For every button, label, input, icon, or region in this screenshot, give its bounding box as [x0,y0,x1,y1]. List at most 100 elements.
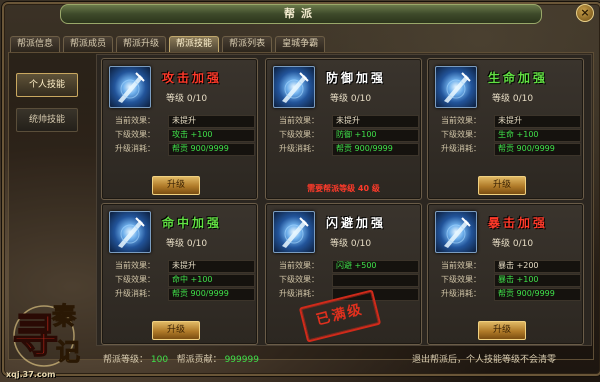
next-effect-row: 下级效果： 命中 +100 [110,274,255,287]
leave-guild-note: 退出帮派后，个人技能等级不会清零 [412,355,557,365]
guild-contrib-value: 999999 [224,355,259,365]
upgrade-cost-label: 升级消耗： [441,289,481,298]
next-effect-value: 暴击 +100 [494,274,581,287]
crit-skill-icon[interactable] [435,211,477,253]
window-title: 帮派 [60,4,542,24]
requirement-notice: 需要帮派等级 40 级 [307,184,380,193]
guild-level-label: 帮派等级： [103,355,149,365]
upgrade-cost-row: 升级消耗： 帮贡 900/9999 [110,143,255,156]
svg-text:秦: 秦 [51,301,77,330]
tab-guild-members[interactable]: 帮派成员 [63,36,114,52]
skill-name: 攻击加强 [162,71,223,85]
tab-guild-list[interactable]: 帮派列表 [222,36,273,52]
upgrade-button[interactable]: 升级 [152,321,200,340]
tab-guild-skills[interactable]: 帮派技能 [169,36,220,52]
upgrade-button[interactable]: 升级 [478,321,526,340]
skill-card-defense: 防御加强等级 0/10 当前效果： 未提升下级效果： 防御 +100 升级消耗： 帮贡 9… [265,58,422,200]
upgrade-button[interactable]: 升级 [478,176,526,195]
current-effect-label: 当前效果： [115,261,155,270]
upgrade-cost-value: 帮贡 900/9999 [494,143,581,156]
upgrade-cost-label: 升级消耗： [441,144,481,153]
skill-card-attack: 攻击加强等级 0/10 当前效果： 未提升下级效果： 攻击 +100 升级消耗： 帮贡 9… [101,58,258,200]
close-button[interactable]: × [576,4,594,22]
sidebar-item-commander-skills[interactable]: 统帅技能 [16,108,78,132]
upgrade-cost-label: 升级消耗： [279,144,319,153]
tab-guild-info[interactable]: 帮派信息 [10,36,61,52]
attack-skill-icon[interactable] [109,66,151,108]
guild-contrib-label: 帮派贡献： [176,355,222,365]
tab-bar: 帮派信息 帮派成员 帮派升级 帮派技能 帮派列表 皇城争霸 [10,36,326,52]
hp-skill-icon[interactable] [435,66,477,108]
upgrade-cost-label: 升级消耗： [115,144,155,153]
current-effect-value: 未提升 [168,260,255,273]
skill-name: 命中加强 [162,216,223,230]
logo-url: xqj.37.com [6,370,56,379]
sidebar-item-personal-skills[interactable]: 个人技能 [16,73,78,97]
current-effect-row: 当前效果： 暴击 +200 [436,260,581,273]
next-effect-value: 防御 +100 [332,129,419,142]
current-effect-row: 当前效果： 未提升 [436,115,581,128]
skill-level: 等级 0/10 [166,94,208,104]
current-effect-label: 当前效果： [441,116,481,125]
skill-level: 等级 0/10 [330,94,372,104]
skill-card-crit: 暴击加强 等级 0/10 当前效果： 暴击 +200 下级效果： 暴击 +100 升级消耗：… [427,203,584,345]
defense-skill-icon[interactable] [273,66,315,108]
current-effect-label: 当前效果： [279,261,319,270]
skill-card-dodge: 闪避加强 等级 0/10 当前效果： 闪避 +500 下级效果： 升级消耗： 已满级 [265,203,422,345]
next-effect-value: 生命 +100 [494,129,581,142]
upgrade-cost-value: 帮贡 900/9999 [332,143,419,156]
game-logo-emblem: 寻 秦 记 [11,301,81,367]
skill-level: 等级 0/10 [330,239,372,249]
current-effect-value: 暴击 +200 [494,260,581,273]
current-effect-row: 当前效果： 未提升 [110,260,255,273]
upgrade-cost-value: 帮贡 900/9999 [494,288,581,301]
tab-guild-upgrade[interactable]: 帮派升级 [116,36,167,52]
current-effect-row: 当前效果： 闪避 +500 [274,260,419,273]
upgrade-cost-row: 升级消耗： 帮贡 900/9999 [436,288,581,301]
skill-name: 闪避加强 [326,216,387,230]
game-logo: 寻 秦 记 xqj.37.com [0,286,95,382]
current-effect-value: 未提升 [168,115,255,128]
svg-text:记: 记 [56,337,80,366]
next-effect-label: 下级效果： [115,130,155,139]
current-effect-row: 当前效果： 未提升 [110,115,255,128]
tab-capital-war[interactable]: 皇城争霸 [275,36,326,52]
current-effect-label: 当前效果： [279,116,319,125]
next-effect-label: 下级效果： [279,130,319,139]
skill-level: 等级 0/10 [492,239,534,249]
current-effect-label: 当前效果： [115,116,155,125]
current-effect-label: 当前效果： [441,261,481,270]
upgrade-cost-row: 升级消耗： 帮贡 900/9999 [436,143,581,156]
skill-name: 防御加强 [326,71,387,85]
skill-name: 生命加强 [488,71,549,85]
skill-level: 等级 0/10 [492,94,534,104]
accuracy-skill-icon[interactable] [109,211,151,253]
current-effect-row: 当前效果： 未提升 [274,115,419,128]
current-effect-value: 未提升 [332,115,419,128]
dodge-skill-icon[interactable] [273,211,315,253]
guild-stats: 帮派等级： 100 帮派贡献： 999999 [103,352,259,365]
upgrade-cost-row: 升级消耗： 帮贡 900/9999 [110,288,255,301]
next-effect-row: 下级效果： 攻击 +100 [110,129,255,142]
next-effect-row: 下级效果： [274,274,419,287]
skill-level: 等级 0/10 [166,239,208,249]
upgrade-cost-value: 帮贡 900/9999 [168,143,255,156]
upgrade-button[interactable]: 升级 [152,176,200,195]
skill-card-hp: 生命加强等级 0/10 当前效果： 未提升下级效果： 生命 +100 升级消耗： 帮贡 9… [427,58,584,200]
next-effect-label: 下级效果： [115,275,155,284]
next-effect-value [332,274,419,287]
guild-level-value: 100 [150,355,169,365]
next-effect-row: 下级效果： 生命 +100 [436,129,581,142]
next-effect-label: 下级效果： [441,130,481,139]
upgrade-cost-row: 升级消耗： 帮贡 900/9999 [274,143,419,156]
next-effect-label: 下级效果： [279,275,319,284]
next-effect-row: 下级效果： 暴击 +100 [436,274,581,287]
next-effect-label: 下级效果： [441,275,481,284]
next-effect-row: 下级效果： 防御 +100 [274,129,419,142]
upgrade-cost-value: 帮贡 900/9999 [168,288,255,301]
next-effect-value: 命中 +100 [168,274,255,287]
current-effect-value: 未提升 [494,115,581,128]
upgrade-cost-label: 升级消耗： [115,289,155,298]
current-effect-value: 闪避 +500 [332,260,419,273]
next-effect-value: 攻击 +100 [168,129,255,142]
